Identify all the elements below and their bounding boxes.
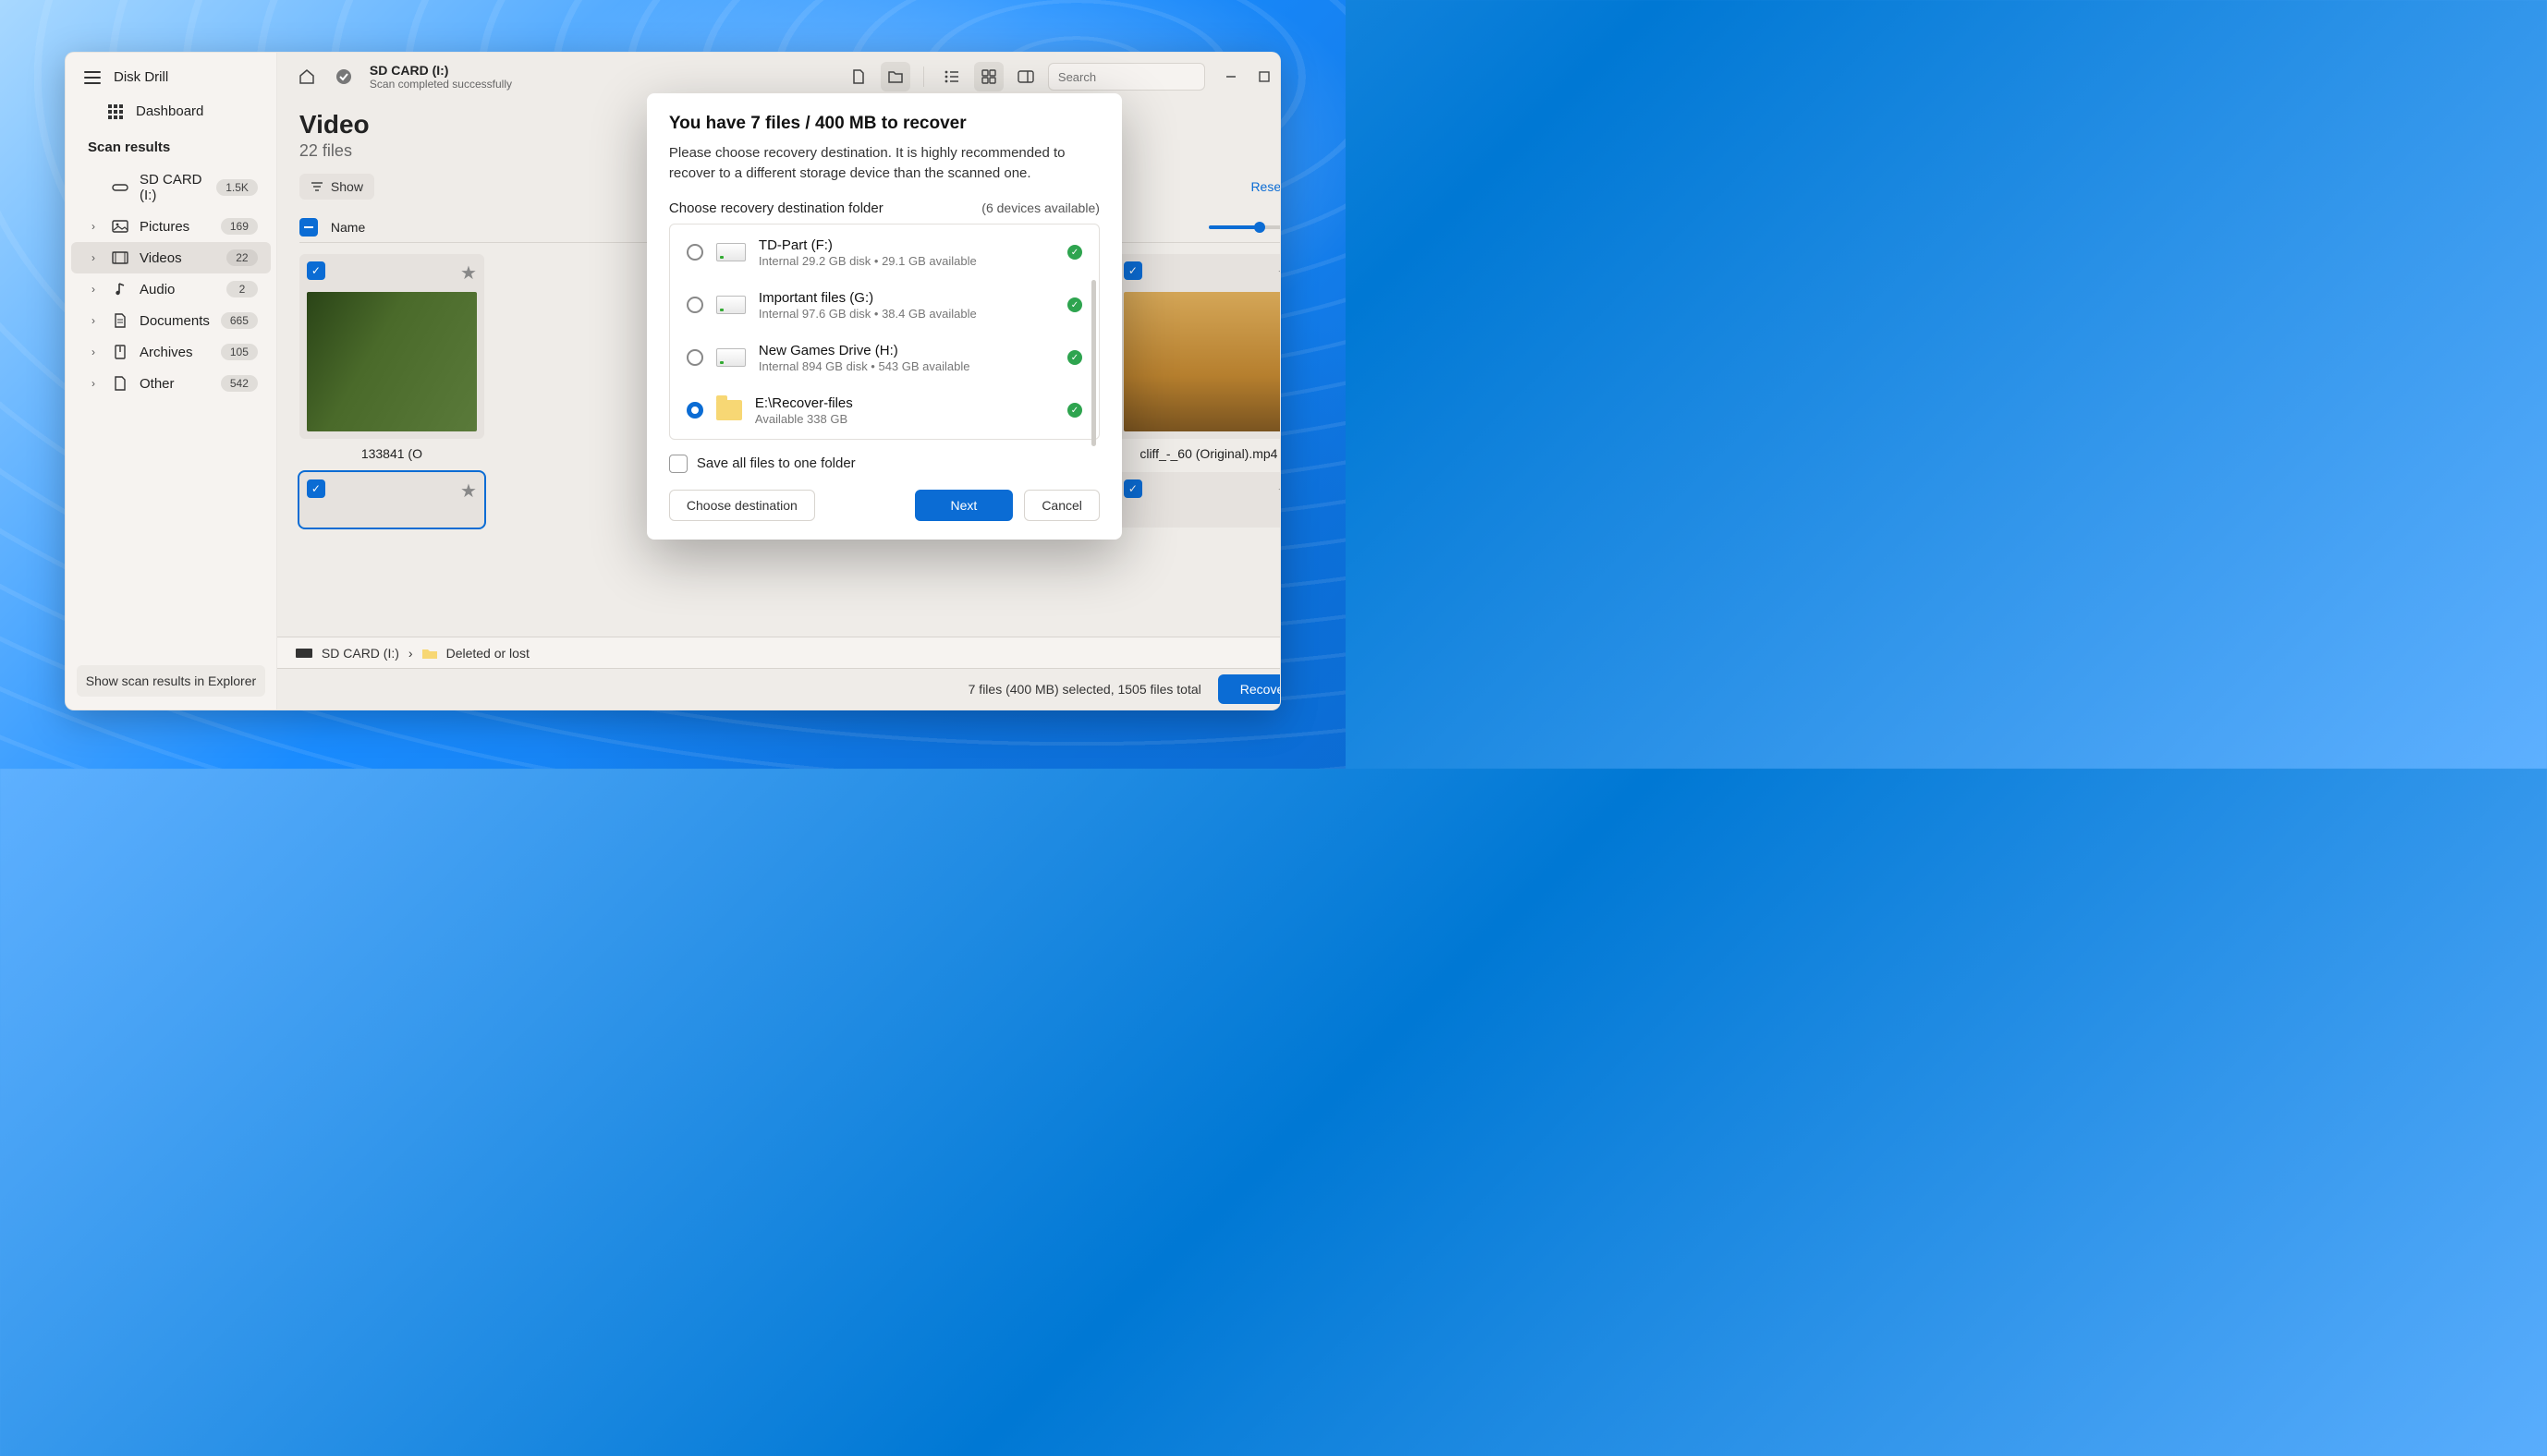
sidebar-footer: Show scan results in Explorer xyxy=(66,656,276,710)
scrollbar[interactable] xyxy=(1091,280,1096,446)
check-badge-icon: ✓ xyxy=(1067,245,1082,260)
app-title: Disk Drill xyxy=(114,69,168,85)
save-one-folder-row[interactable]: Save all files to one folder xyxy=(669,455,1100,473)
drive-icon xyxy=(716,296,746,314)
check-badge-icon: ✓ xyxy=(1067,297,1082,312)
check-badge-icon: ✓ xyxy=(1067,403,1082,418)
drive-icon xyxy=(716,243,746,261)
destination-count: (6 devices available) xyxy=(981,200,1100,215)
modal-description: Please choose recovery destination. It i… xyxy=(669,143,1100,184)
destination-name: Important files (G:) xyxy=(759,290,1054,306)
destination-list: TD-Part (F:)Internal 29.2 GB disk • 29.1… xyxy=(669,224,1100,440)
destination-sub: Internal 894 GB disk • 543 GB available xyxy=(759,359,1054,373)
modal-backdrop: You have 7 files / 400 MB to recover Ple… xyxy=(277,53,1281,710)
folder-icon xyxy=(716,400,742,420)
destination-name: E:\Recover-files xyxy=(755,395,1054,411)
sidebar: Disk Drill Dashboard Scan results SD CAR… xyxy=(66,53,277,710)
chevron-right-icon: › xyxy=(91,283,101,296)
sidebar-item-label: Pictures xyxy=(140,219,210,235)
radio-button[interactable] xyxy=(687,297,703,313)
audio-icon xyxy=(112,283,128,296)
sidebar-item-other[interactable]: › Other 542 xyxy=(71,368,271,399)
sidebar-item-count: 169 xyxy=(221,218,258,235)
radio-button[interactable] xyxy=(687,244,703,261)
destination-label: Choose recovery destination folder xyxy=(669,200,884,216)
sidebar-item-sdcard[interactable]: SD CARD (I:) 1.5K xyxy=(71,164,271,211)
destination-name: New Games Drive (H:) xyxy=(759,343,1054,358)
main-area: SD CARD (I:) Scan completed successfully… xyxy=(277,53,1281,710)
sidebar-item-documents[interactable]: › Documents 665 xyxy=(71,305,271,336)
sidebar-item-count: 1.5K xyxy=(216,179,258,196)
save-one-checkbox[interactable] xyxy=(669,455,688,473)
sidebar-item-archives[interactable]: › Archives 105 xyxy=(71,336,271,368)
destination-sub: Available 338 GB xyxy=(755,412,1054,426)
sidebar-item-label: Audio xyxy=(140,282,215,297)
sidebar-item-label: Archives xyxy=(140,345,210,360)
sidebar-item-label: SD CARD (I:) xyxy=(140,172,205,203)
destination-item[interactable]: Important files (G:)Internal 97.6 GB dis… xyxy=(670,279,1099,332)
show-in-explorer-button[interactable]: Show scan results in Explorer xyxy=(77,665,265,697)
sidebar-item-audio[interactable]: › Audio 2 xyxy=(71,273,271,305)
sidebar-item-videos[interactable]: › Videos 22 xyxy=(71,242,271,273)
radio-button[interactable] xyxy=(687,402,703,419)
choose-destination-button[interactable]: Choose destination xyxy=(669,490,815,521)
recovery-destination-modal: You have 7 files / 400 MB to recover Ple… xyxy=(647,93,1122,540)
image-icon xyxy=(112,220,128,233)
sidebar-item-count: 22 xyxy=(226,249,258,266)
hamburger-icon[interactable] xyxy=(84,71,101,84)
sidebar-item-count: 665 xyxy=(221,312,258,329)
destination-item[interactable]: E:\Recover-filesAvailable 338 GB ✓ xyxy=(670,384,1099,437)
sidebar-item-label: Other xyxy=(140,376,210,392)
destination-item[interactable]: New Games Drive (H:)Internal 894 GB disk… xyxy=(670,332,1099,384)
chevron-right-icon: › xyxy=(91,314,101,327)
save-one-label: Save all files to one folder xyxy=(697,455,856,471)
sidebar-section-title: Scan results xyxy=(66,128,276,164)
sidebar-header: Disk Drill xyxy=(66,53,276,96)
app-window: Disk Drill Dashboard Scan results SD CAR… xyxy=(65,52,1281,710)
video-icon xyxy=(112,251,128,264)
sidebar-dashboard[interactable]: Dashboard xyxy=(66,96,276,128)
cancel-button[interactable]: Cancel xyxy=(1024,490,1100,521)
destination-name: TD-Part (F:) xyxy=(759,237,1054,253)
destination-header: Choose recovery destination folder (6 de… xyxy=(669,200,1100,216)
next-button[interactable]: Next xyxy=(915,490,1014,521)
sidebar-item-pictures[interactable]: › Pictures 169 xyxy=(71,211,271,242)
chevron-right-icon: › xyxy=(91,251,101,264)
destination-item[interactable]: TD-Part (F:)Internal 29.2 GB disk • 29.1… xyxy=(670,226,1099,279)
check-badge-icon: ✓ xyxy=(1067,350,1082,365)
document-icon xyxy=(112,314,128,327)
dashboard-icon xyxy=(108,104,123,119)
destination-sub: Internal 97.6 GB disk • 38.4 GB availabl… xyxy=(759,307,1054,321)
archive-icon xyxy=(112,346,128,358)
file-icon xyxy=(112,377,128,390)
chevron-right-icon: › xyxy=(91,377,101,390)
drive-icon xyxy=(716,348,746,367)
radio-button[interactable] xyxy=(687,349,703,366)
modal-buttons: Choose destination Next Cancel xyxy=(669,490,1100,521)
sidebar-item-count: 542 xyxy=(221,375,258,392)
sidebar-item-count: 105 xyxy=(221,344,258,360)
sidebar-item-label: Videos xyxy=(140,250,215,266)
dashboard-label: Dashboard xyxy=(136,103,203,119)
sidebar-item-label: Documents xyxy=(140,313,210,329)
destination-sub: Internal 29.2 GB disk • 29.1 GB availabl… xyxy=(759,254,1054,268)
disk-icon xyxy=(112,181,128,194)
chevron-right-icon: › xyxy=(91,220,101,233)
sidebar-item-count: 2 xyxy=(226,281,258,297)
chevron-right-icon: › xyxy=(91,346,101,358)
modal-title: You have 7 files / 400 MB to recover xyxy=(669,114,1100,134)
